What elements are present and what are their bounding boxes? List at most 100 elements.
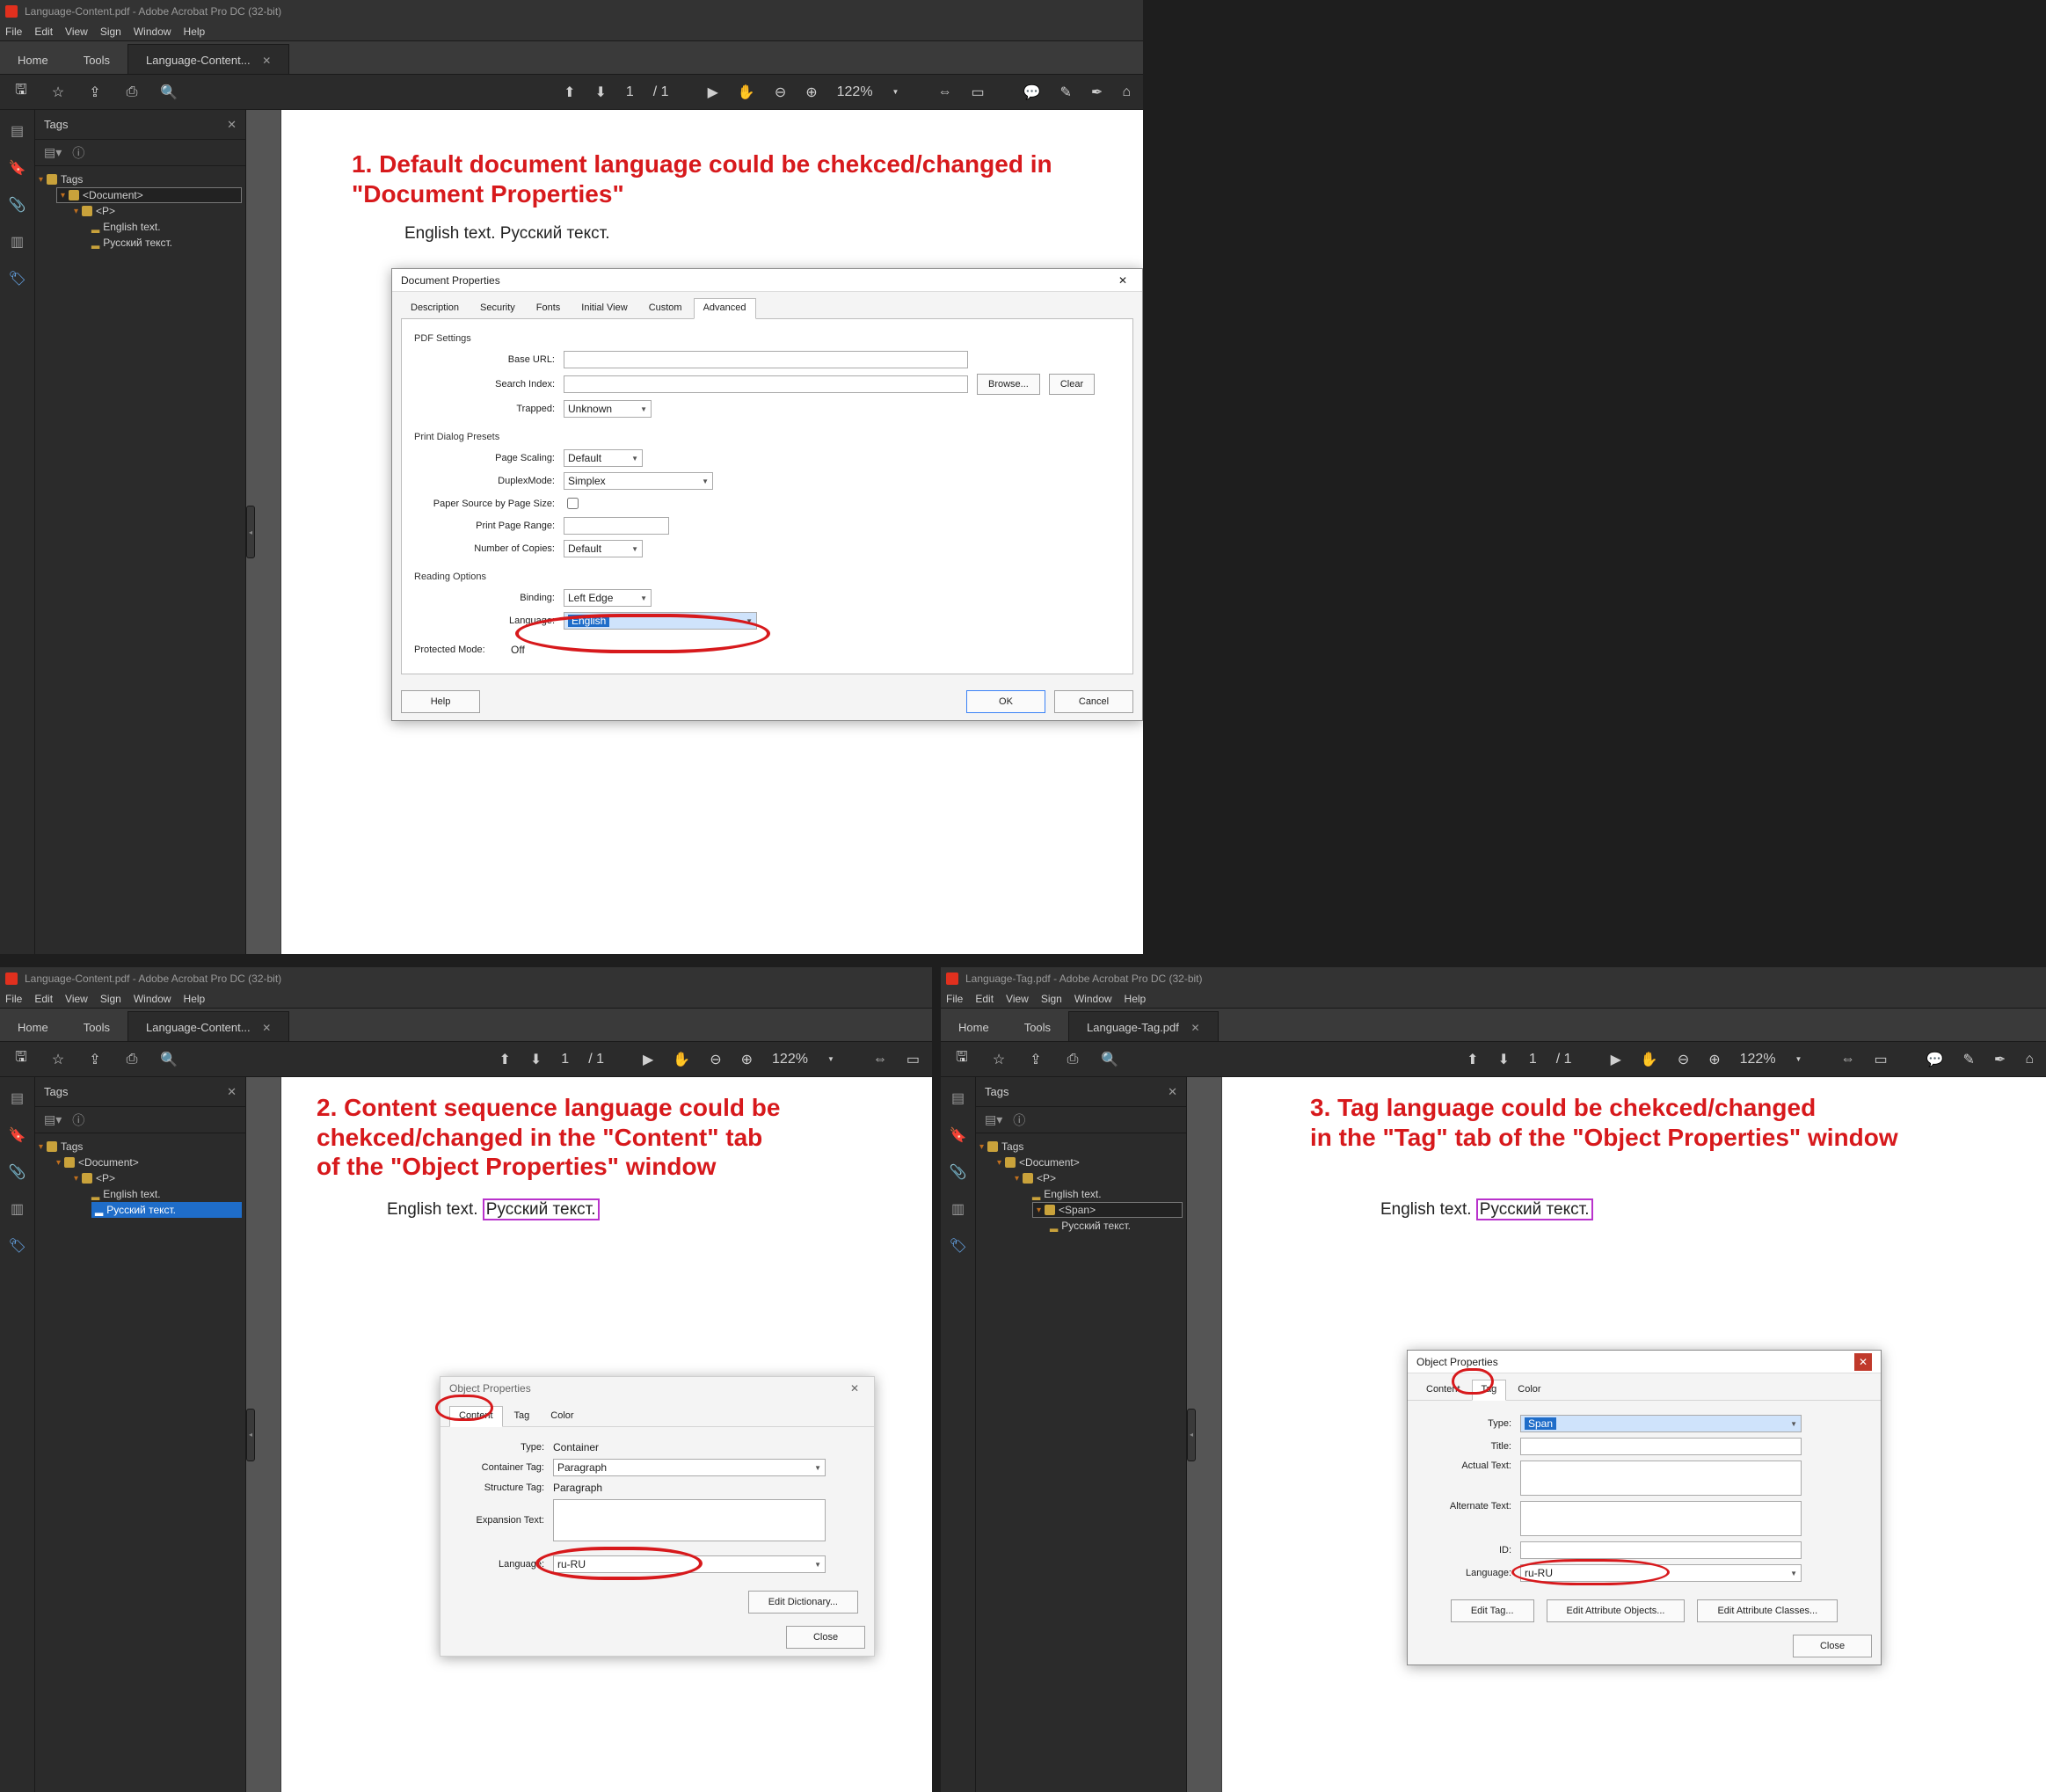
- expansion-text-input[interactable]: [553, 1499, 826, 1541]
- close-icon[interactable]: ✕: [844, 1382, 865, 1395]
- base-url-input[interactable]: [564, 351, 968, 368]
- options-icon[interactable]: ▤▾: [985, 1112, 1002, 1127]
- tools-tab[interactable]: Tools: [1007, 1012, 1068, 1041]
- menu-window[interactable]: Window: [1074, 993, 1112, 1005]
- doc-tab[interactable]: Language-Content... ✕: [127, 1011, 289, 1041]
- tools-tab[interactable]: Tools: [66, 1012, 127, 1041]
- print-icon[interactable]: ⎙: [1064, 1052, 1081, 1067]
- tree-doc[interactable]: <Document>: [1019, 1156, 1080, 1169]
- menu-window[interactable]: Window: [134, 993, 171, 1005]
- page-view-icon[interactable]: ▭: [971, 84, 984, 101]
- page-scaling-select[interactable]: Default▼: [564, 449, 643, 467]
- collapse-icon[interactable]: ▾: [74, 207, 78, 216]
- paper-source-checkbox[interactable]: [567, 498, 579, 509]
- duplex-select[interactable]: Simplex▼: [564, 472, 713, 490]
- help-button[interactable]: Help: [401, 690, 480, 713]
- tree-p[interactable]: <P>: [96, 205, 115, 217]
- down-icon[interactable]: ⬇: [1497, 1051, 1509, 1068]
- edit-attribute-objects-button[interactable]: Edit Attribute Objects...: [1547, 1599, 1686, 1622]
- tree-text-en[interactable]: English text.: [103, 221, 160, 233]
- up-icon[interactable]: ⬆: [1467, 1051, 1478, 1068]
- down-icon[interactable]: ⬇: [594, 84, 606, 101]
- edit-attribute-classes-button[interactable]: Edit Attribute Classes...: [1697, 1599, 1838, 1622]
- menu-sign[interactable]: Sign: [1041, 993, 1062, 1005]
- home-tab[interactable]: Home: [0, 45, 66, 74]
- thumbnails-icon[interactable]: ▤: [9, 1089, 26, 1107]
- home-tab[interactable]: Home: [0, 1012, 66, 1041]
- print-range-input[interactable]: [564, 517, 669, 535]
- titlebar[interactable]: Language-Content.pdf - Adobe Acrobat Pro…: [0, 967, 932, 989]
- zoom-out-icon[interactable]: ⊖: [710, 1051, 721, 1068]
- tree-p[interactable]: <P>: [96, 1172, 115, 1184]
- close-button[interactable]: Close: [786, 1626, 865, 1649]
- hand-icon[interactable]: ✋: [673, 1051, 690, 1068]
- attachments-icon[interactable]: 📎: [9, 1163, 26, 1181]
- dialog-titlebar[interactable]: Object Properties ✕: [1408, 1351, 1881, 1373]
- page-view-icon[interactable]: ▭: [1874, 1051, 1887, 1068]
- save-icon[interactable]: 🖫: [953, 1047, 971, 1071]
- tree-p[interactable]: <P>: [1037, 1172, 1056, 1184]
- home-tab[interactable]: Home: [941, 1012, 1007, 1041]
- print-icon[interactable]: ⎙: [123, 84, 141, 100]
- search-icon[interactable]: 🔍: [160, 84, 178, 101]
- panel-collapse-handle[interactable]: ◂: [246, 506, 255, 558]
- tags-icon[interactable]: 🏷: [9, 1237, 26, 1255]
- page-current[interactable]: 1: [561, 1052, 569, 1067]
- fit-width-icon[interactable]: ⇔: [873, 1052, 887, 1067]
- cancel-button[interactable]: Cancel: [1054, 690, 1133, 713]
- canvas[interactable]: ◂ 1. Default document language could be …: [246, 110, 1143, 954]
- titlebar[interactable]: Language-Tag.pdf - Adobe Acrobat Pro DC …: [941, 967, 2046, 989]
- panel-collapse-handle[interactable]: ◂: [246, 1409, 255, 1461]
- tree-doc[interactable]: <Document>: [83, 189, 143, 201]
- tab-description[interactable]: Description: [401, 298, 469, 319]
- tags-icon[interactable]: 🏷: [950, 1237, 967, 1255]
- canvas[interactable]: ◂ 3. Tag language could be chekced/chang…: [1187, 1077, 2046, 1792]
- print-icon[interactable]: ⎙: [123, 1052, 141, 1067]
- attachments-icon[interactable]: 📎: [9, 196, 26, 214]
- tree-root[interactable]: Tags: [61, 1140, 83, 1153]
- tags-icon[interactable]: 🏷: [9, 270, 26, 288]
- close-icon[interactable]: ✕: [1112, 274, 1133, 287]
- binding-select[interactable]: Left Edge▼: [564, 589, 652, 607]
- layers-icon[interactable]: ▥: [950, 1200, 967, 1218]
- tools-tab[interactable]: Tools: [66, 45, 127, 74]
- titlebar[interactable]: Language-Content.pdf - Adobe Acrobat Pro…: [0, 0, 1143, 22]
- menu-edit[interactable]: Edit: [34, 25, 53, 38]
- close-icon[interactable]: ✕: [262, 1022, 271, 1034]
- fit-width-icon[interactable]: ⇔: [1840, 1052, 1854, 1067]
- tab-tag[interactable]: Tag: [505, 1406, 540, 1427]
- doc-tab[interactable]: Language-Content... ✕: [127, 44, 289, 74]
- doc-tab[interactable]: Language-Tag.pdf ✕: [1068, 1011, 1219, 1041]
- menu-edit[interactable]: Edit: [975, 993, 994, 1005]
- tree-text-ru[interactable]: Русский текст.: [103, 237, 172, 249]
- tab-custom[interactable]: Custom: [639, 298, 692, 319]
- menu-view[interactable]: View: [65, 25, 88, 38]
- language-select[interactable]: ru-RU▼: [1520, 1564, 1802, 1582]
- dialog-titlebar[interactable]: Object Properties ✕: [441, 1377, 874, 1400]
- highlight-icon[interactable]: ✎: [1963, 1051, 1975, 1068]
- page-current[interactable]: 1: [626, 84, 634, 100]
- menubar[interactable]: File Edit View Sign Window Help: [0, 989, 932, 1009]
- bookmarks-icon[interactable]: 🔖: [9, 159, 26, 177]
- tree-root[interactable]: Tags: [1001, 1140, 1023, 1153]
- menubar[interactable]: File Edit View Sign Window Help: [0, 22, 1143, 41]
- highlight-icon[interactable]: ✎: [1060, 84, 1072, 101]
- tree-text-en[interactable]: English text.: [103, 1188, 160, 1200]
- menu-window[interactable]: Window: [134, 25, 171, 38]
- trapped-select[interactable]: Unknown▼: [564, 400, 652, 418]
- tree-text-en[interactable]: English text.: [1044, 1188, 1101, 1200]
- tag-tree[interactable]: ▾ Tags ▾ <Document> ▾ <P> ▂ English text…: [976, 1133, 1186, 1239]
- options-icon[interactable]: ▤▾: [44, 145, 62, 160]
- menu-sign[interactable]: Sign: [100, 25, 121, 38]
- stamp-icon[interactable]: ⌂: [1122, 84, 1131, 100]
- zoom-out-icon[interactable]: ⊖: [775, 84, 786, 101]
- tab-advanced[interactable]: Advanced: [694, 298, 756, 319]
- close-icon[interactable]: ✕: [227, 1085, 237, 1099]
- close-icon[interactable]: ✕: [1168, 1085, 1177, 1099]
- sign-icon[interactable]: ✒: [1091, 84, 1103, 101]
- hand-icon[interactable]: ✋: [738, 84, 755, 101]
- save-icon[interactable]: 🖫: [12, 1047, 30, 1071]
- menu-view[interactable]: View: [1006, 993, 1029, 1005]
- tab-initial-view[interactable]: Initial View: [572, 298, 637, 319]
- clear-button[interactable]: Clear: [1049, 374, 1095, 395]
